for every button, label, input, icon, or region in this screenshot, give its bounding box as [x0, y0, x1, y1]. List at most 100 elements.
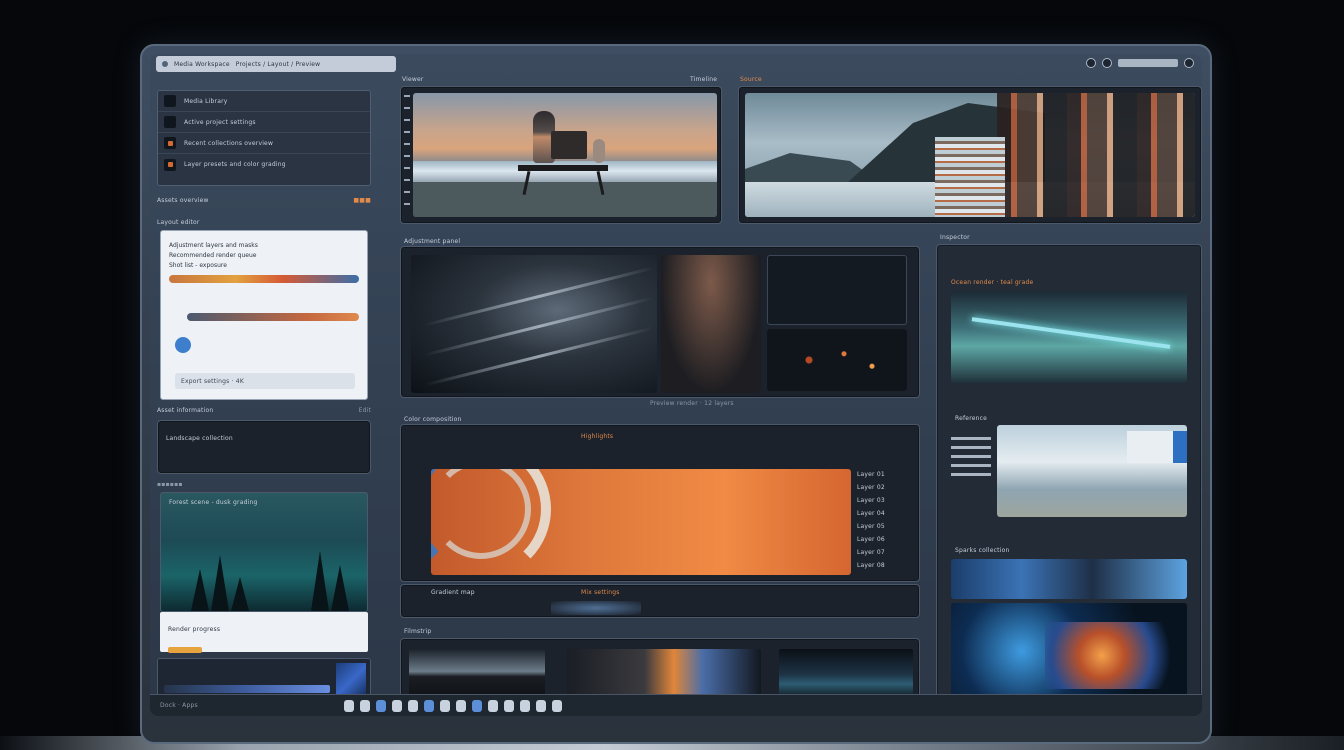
mix-thumbnail[interactable] [551, 601, 641, 615]
tower-shape [935, 137, 1005, 217]
card-footer[interactable]: Export settings · 4K [175, 373, 355, 389]
user-avatar-icon[interactable] [1184, 58, 1194, 68]
layer-item[interactable]: Layer 04 [857, 510, 913, 517]
app-icon-2[interactable] [359, 699, 370, 712]
asset-info-label: Asset information [157, 406, 214, 414]
table-shape [518, 165, 608, 171]
app-icon-8[interactable] [455, 699, 466, 712]
app-icon-12[interactable] [519, 699, 530, 712]
minimize-icon[interactable] [1086, 58, 1096, 68]
menu-item-2[interactable]: Recent collections overview [158, 133, 370, 154]
window-controls [1086, 58, 1194, 68]
beach-image[interactable] [413, 93, 717, 217]
tree-shape [311, 551, 329, 611]
layer-item[interactable]: Layer 05 [857, 523, 913, 530]
sparks-strip[interactable] [951, 559, 1187, 599]
panel-title: Highlights [581, 433, 614, 440]
app-icon-3[interactable] [375, 699, 386, 712]
taskbar-label: Dock · Apps [160, 702, 198, 709]
gradient-map-bar: Gradient map Mix settings [400, 584, 920, 618]
timeline-label: Timeline [690, 76, 718, 83]
app-icon-11[interactable] [503, 699, 514, 712]
waveform-panel[interactable] [767, 255, 907, 325]
thumbnail-2[interactable] [567, 649, 761, 699]
sparks-panel[interactable] [767, 329, 907, 391]
tree-shape [211, 555, 229, 611]
color-composition-panel: Highlights Layer 01 Layer 02 Layer 03 La… [400, 424, 920, 582]
app-icon-10[interactable] [487, 699, 498, 712]
laptop-bezel: Media Workspace Projects / Layout / Prev… [140, 44, 1212, 744]
menu-item-1[interactable]: Active project settings [158, 112, 370, 133]
thumbnail-3[interactable] [779, 649, 913, 699]
progress-bar-2[interactable] [187, 313, 359, 321]
app-icon-9[interactable] [471, 699, 482, 712]
app-icon-13[interactable] [535, 699, 546, 712]
app-icon-7[interactable] [439, 699, 450, 712]
collection-icon [164, 137, 176, 149]
teal-panel-title: Ocean render · teal grade [951, 279, 1034, 286]
layer-item[interactable]: Layer 07 [857, 549, 913, 556]
teal-image[interactable] [951, 291, 1187, 383]
thumbnail-1[interactable] [409, 649, 545, 699]
sparks-image[interactable] [951, 603, 1187, 699]
asset-info-panel: Landscape collection [157, 420, 371, 474]
maximize-icon[interactable] [1102, 58, 1112, 68]
source-label: Source [740, 76, 762, 83]
asset-info-text: Landscape collection [166, 435, 233, 442]
wave-image[interactable] [411, 255, 657, 393]
progress-bar[interactable] [169, 275, 359, 283]
wave-streak [424, 296, 654, 357]
card-line: Adjustment layers and masks [169, 242, 258, 249]
search-bar[interactable] [1118, 59, 1178, 67]
reference-lines [951, 431, 991, 482]
adjustment-panel [400, 246, 920, 398]
layer-item[interactable]: Layer 02 [857, 484, 913, 491]
screen: Media Workspace Projects / Layout / Prev… [150, 54, 1202, 716]
menu-item-3[interactable]: Layer presets and color grading [158, 154, 370, 175]
reference-title: Reference [955, 415, 988, 422]
layer-list: Layer 01 Layer 02 Layer 03 Layer 04 Laye… [857, 465, 913, 575]
edit-link[interactable]: Edit [359, 407, 371, 414]
gradient-slider[interactable] [164, 685, 330, 693]
tree-shape [231, 577, 249, 611]
layer-item[interactable]: Layer 08 [857, 562, 913, 569]
forest-header-label: ▪▪▪▪▪▪ [157, 480, 183, 488]
menu-item-0[interactable]: Media Library [158, 91, 370, 112]
layer-item[interactable]: Layer 06 [857, 536, 913, 543]
dark-texture-image[interactable] [661, 255, 761, 393]
app-icon-4[interactable] [391, 699, 402, 712]
title-bar[interactable]: Media Workspace Projects / Layout / Prev… [156, 56, 396, 72]
taskbar: Dock · Apps [150, 694, 1202, 716]
reference-image[interactable] [997, 425, 1187, 517]
forest-image[interactable]: Forest scene - dusk grading [160, 492, 368, 612]
box-shape [551, 131, 587, 159]
app-icon-14[interactable] [551, 699, 562, 712]
fire-shape [1045, 622, 1187, 690]
forest-header: ▪▪▪▪▪▪ [157, 478, 371, 490]
ruler [404, 95, 410, 215]
layer-item[interactable]: Layer 03 [857, 497, 913, 504]
breadcrumb: Projects / Layout / Preview [235, 60, 321, 68]
source-panel [738, 86, 1202, 224]
orange-artwork[interactable] [431, 469, 851, 575]
app-icon-6[interactable] [423, 699, 434, 712]
card-line: Shot list - exposure [169, 262, 227, 269]
layer-item[interactable]: Layer 01 [857, 471, 913, 478]
section-label: Assets overview [157, 196, 209, 204]
fjord-image[interactable] [745, 93, 1195, 217]
app-icon-1[interactable] [343, 699, 354, 712]
app-icon-5[interactable] [407, 699, 418, 712]
orange-tag: ■■■ [353, 196, 371, 204]
assets-header: Assets overview ■■■ [157, 194, 371, 206]
card-header: Layout editor [157, 216, 371, 228]
forest-caption: Forest scene - dusk grading [169, 499, 258, 506]
document-card[interactable]: Adjustment layers and masks Recommended … [160, 230, 368, 400]
card-footer-label: Export settings · 4K [181, 377, 244, 385]
filmstrip-header: Filmstrip [404, 628, 432, 635]
card-line: Recommended render queue [169, 252, 257, 259]
status-dot-icon [175, 337, 191, 353]
glitch-overlay [997, 93, 1195, 217]
render-strip[interactable]: Render progress [160, 612, 368, 653]
card-header-label: Layout editor [157, 218, 200, 226]
wave-streak [424, 326, 654, 387]
